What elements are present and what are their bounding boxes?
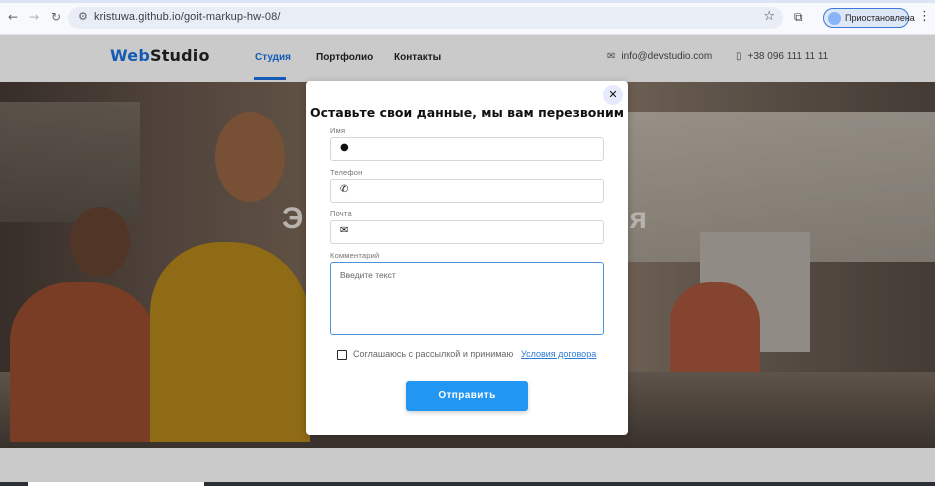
forward-icon[interactable]: →: [27, 10, 41, 24]
address-bar[interactable]: ⚙ kristuwa.github.io/goit-markup-hw-08/ …: [68, 7, 783, 29]
nav-active-indicator: [254, 77, 286, 80]
tab-strip: [0, 0, 935, 3]
modal-title: Оставьте свои данные, мы вам перезвоним: [309, 105, 624, 120]
phone-field[interactable]: ✆: [330, 179, 604, 203]
logo-studio: Studio: [149, 46, 210, 65]
reload-icon[interactable]: ↻: [49, 10, 63, 24]
person-icon: ●: [340, 142, 349, 153]
site-header: WebStudio Студия Портфолио Контакты ✉ inf…: [0, 35, 935, 82]
consent-checkbox[interactable]: [337, 350, 347, 360]
name-label: Имя: [330, 126, 346, 135]
logo[interactable]: WebStudio: [110, 46, 210, 65]
phone-handset-icon: ✆: [340, 184, 349, 195]
email-field[interactable]: ✉: [330, 220, 604, 244]
nav-contacts[interactable]: Контакты: [394, 52, 441, 63]
terms-link[interactable]: Условия договора: [521, 349, 596, 359]
envelope-icon: ✉: [340, 225, 349, 236]
menu-dots-icon[interactable]: ⋮: [918, 9, 931, 24]
submit-button[interactable]: Отправить: [406, 381, 528, 411]
profile-label: Приостановлена: [845, 13, 915, 23]
close-icon[interactable]: ✕: [603, 85, 623, 105]
next-section: [0, 448, 935, 486]
nav-studio[interactable]: Студия: [255, 52, 291, 63]
browser-toolbar: ← → ↻ ⚙ kristuwa.github.io/goit-markup-h…: [0, 0, 935, 35]
url-text[interactable]: kristuwa.github.io/goit-markup-hw-08/: [94, 11, 281, 23]
logo-web: Web: [110, 46, 150, 65]
name-field[interactable]: ●: [330, 137, 604, 161]
email-text: info@devstudio.com: [621, 51, 713, 62]
back-icon[interactable]: ←: [6, 10, 20, 24]
profile-button[interactable]: Приостановлена: [823, 8, 915, 28]
email-label: Почта: [330, 209, 352, 218]
nav-portfolio[interactable]: Портфолио: [316, 52, 373, 63]
mail-icon: ✉: [607, 51, 616, 62]
comment-textarea[interactable]: Введите текст: [330, 262, 604, 335]
taskbar-highlight: [28, 482, 204, 486]
extensions-icon[interactable]: ⧉: [794, 10, 803, 25]
avatar: [828, 12, 841, 25]
comment-placeholder: Введите текст: [340, 270, 396, 280]
phone-icon: ▯: [736, 51, 742, 62]
comment-label: Комментарий: [330, 251, 380, 260]
site-settings-icon[interactable]: ⚙: [78, 10, 88, 23]
callback-modal: ✕ Оставьте свои данные, мы вам перезвони…: [306, 81, 628, 435]
phone-link[interactable]: ▯ +38 096 111 11 11: [736, 51, 828, 62]
phone-text: +38 096 111 11 11: [747, 51, 829, 62]
email-link[interactable]: ✉ info@devstudio.com: [607, 51, 712, 62]
phone-label: Телефон: [330, 168, 363, 177]
bookmark-star-icon[interactable]: ☆: [763, 9, 775, 24]
consent-text[interactable]: Соглашаюсь с рассылкой и принимаю: [353, 349, 513, 359]
